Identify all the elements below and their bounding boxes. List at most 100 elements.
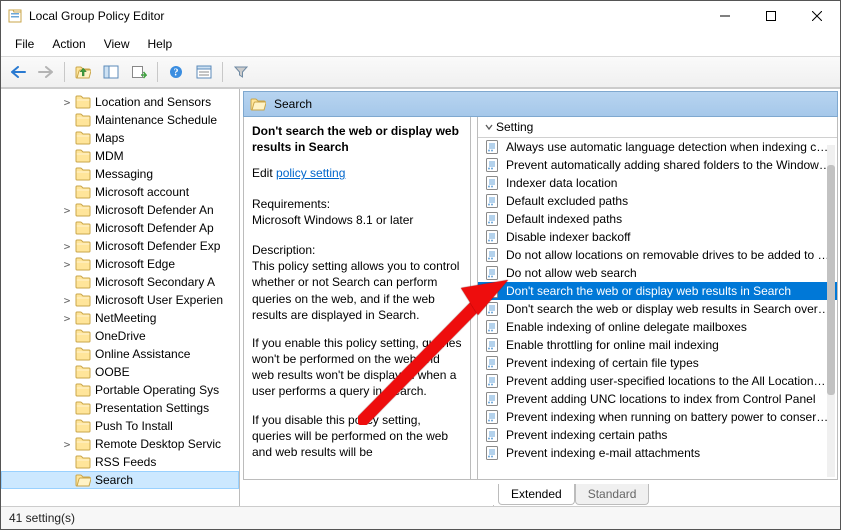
list-row[interactable]: Don't search the web or display web resu… — [478, 300, 837, 318]
tree-item[interactable]: Push To Install — [1, 417, 239, 435]
help-button[interactable]: ? — [163, 60, 189, 84]
title-bar[interactable]: Local Group Policy Editor — [1, 1, 840, 31]
tree-item[interactable]: >Microsoft Defender Exp — [1, 237, 239, 255]
forward-button[interactable] — [33, 60, 59, 84]
tree-item[interactable]: Online Assistance — [1, 345, 239, 363]
tab-standard[interactable]: Standard — [575, 484, 650, 505]
list-row[interactable]: Do not allow locations on removable driv… — [478, 246, 837, 264]
tree-item[interactable]: > Microsoft Defender An — [1, 201, 239, 219]
tree-view[interactable]: >Location and SensorsMaintenance Schedul… — [1, 89, 240, 506]
tree-item[interactable]: Microsoft Defender Ap — [1, 219, 239, 237]
minimize-button[interactable] — [702, 1, 748, 31]
filter-button[interactable] — [228, 60, 254, 84]
tree-item[interactable]: > Microsoft User Experien — [1, 291, 239, 309]
expand-icon[interactable]: > — [59, 238, 75, 255]
requirements-value: Microsoft Windows 8.1 or later — [252, 212, 462, 228]
list-header-setting[interactable]: Setting — [478, 117, 837, 138]
list-row[interactable]: Prevent indexing of certain file types — [478, 354, 837, 372]
tree-item[interactable]: Messaging — [1, 165, 239, 183]
expand-icon[interactable]: > — [59, 310, 75, 327]
list-row[interactable]: Do not allow web search — [478, 264, 837, 282]
properties-button[interactable] — [191, 60, 217, 84]
tree-item[interactable]: Presentation Settings — [1, 399, 239, 417]
expand-icon[interactable]: > — [59, 256, 75, 273]
list-row[interactable]: Prevent automatically adding shared fold… — [478, 156, 837, 174]
tree-item[interactable]: Search — [1, 471, 239, 489]
list-row-label: Prevent automatically adding shared fold… — [506, 157, 831, 174]
list-row[interactable]: Don't search the web or display web resu… — [478, 282, 837, 300]
expand-icon[interactable]: > — [59, 94, 75, 111]
tree-item[interactable]: Microsoft Secondary A — [1, 273, 239, 291]
list-row-label: Default indexed paths — [506, 211, 622, 228]
menu-help[interactable]: Help — [140, 34, 181, 54]
list-row-label: Indexer data location — [506, 175, 617, 192]
menu-file[interactable]: File — [7, 34, 42, 54]
tree-item[interactable]: OOBE — [1, 363, 239, 381]
settings-list[interactable]: Setting Always use automatic language de… — [478, 117, 837, 479]
list-row-label: Prevent indexing of certain file types — [506, 355, 699, 372]
tab-extended[interactable]: Extended — [498, 484, 575, 505]
list-row[interactable]: Indexer data location — [478, 174, 837, 192]
tree-item[interactable]: Maps — [1, 129, 239, 147]
tree-item[interactable]: OneDrive — [1, 327, 239, 345]
list-row[interactable]: Default indexed paths — [478, 210, 837, 228]
tree-item[interactable]: > NetMeeting — [1, 309, 239, 327]
menu-view[interactable]: View — [96, 34, 138, 54]
list-row-label: Prevent indexing e-mail attachments — [506, 445, 700, 462]
list-row[interactable]: Default excluded paths — [478, 192, 837, 210]
pane-header: Search — [243, 91, 838, 117]
list-row[interactable]: Disable indexer backoff — [478, 228, 837, 246]
tree-item[interactable]: >Remote Desktop Servic — [1, 435, 239, 453]
list-row[interactable]: Prevent indexing when running on battery… — [478, 408, 837, 426]
tree-item[interactable]: >Microsoft Edge — [1, 255, 239, 273]
show-hide-tree-button[interactable] — [98, 60, 124, 84]
scrollbar[interactable] — [827, 145, 835, 477]
list-row[interactable]: Prevent adding user-specified locations … — [478, 372, 837, 390]
folder-icon — [75, 257, 91, 271]
list-row-label: Prevent adding UNC locations to index fr… — [506, 391, 816, 408]
tree-item[interactable]: MDM — [1, 147, 239, 165]
description-text: If you enable this policy setting, queri… — [252, 335, 462, 400]
requirements-label: Requirements: — [252, 196, 462, 212]
maximize-button[interactable] — [748, 1, 794, 31]
list-row[interactable]: Always use automatic language detection … — [478, 138, 837, 156]
folder-icon — [75, 95, 91, 109]
list-row-label: Don't search the web or display web resu… — [506, 283, 791, 300]
export-list-button[interactable] — [126, 60, 152, 84]
list-row[interactable]: Enable indexing of online delegate mailb… — [478, 318, 837, 336]
svg-text:?: ? — [174, 68, 179, 79]
close-button[interactable] — [794, 1, 840, 31]
edit-policy-link[interactable]: policy setting — [276, 166, 345, 180]
list-row[interactable]: Enable throttling for online mail indexi… — [478, 336, 837, 354]
selected-policy-title: Don't search the web or display web resu… — [252, 124, 459, 154]
up-folder-button[interactable] — [70, 60, 96, 84]
tree-item-label: Maps — [95, 130, 124, 147]
splitter[interactable] — [470, 117, 478, 479]
tree-item[interactable]: >Location and Sensors — [1, 93, 239, 111]
tree-item-label: NetMeeting — [95, 310, 156, 327]
tree-item-label: Microsoft Defender An — [95, 202, 214, 219]
menu-bar: File Action View Help — [1, 31, 840, 56]
menu-action[interactable]: Action — [44, 34, 93, 54]
tree-item-label: Microsoft User Experien — [95, 292, 223, 309]
list-row-label: Do not allow locations on removable driv… — [506, 247, 831, 264]
scrollbar-thumb[interactable] — [827, 165, 835, 395]
list-row-label: Default excluded paths — [506, 193, 628, 210]
expand-icon[interactable]: > — [59, 436, 75, 453]
list-row-label: Prevent adding user-specified locations … — [506, 373, 831, 390]
tree-item[interactable]: Maintenance Schedule — [1, 111, 239, 129]
folder-icon — [75, 455, 91, 469]
folder-icon — [75, 239, 91, 253]
policy-icon — [484, 175, 500, 191]
expand-icon[interactable]: > — [59, 292, 75, 309]
back-button[interactable] — [5, 60, 31, 84]
tree-item[interactable]: RSS Feeds — [1, 453, 239, 471]
tree-item[interactable]: Microsoft account — [1, 183, 239, 201]
expand-icon[interactable]: > — [59, 202, 75, 219]
tree-item[interactable]: Portable Operating Sys — [1, 381, 239, 399]
list-row[interactable]: Prevent adding UNC locations to index fr… — [478, 390, 837, 408]
list-row[interactable]: Prevent indexing certain paths — [478, 426, 837, 444]
folder-icon — [75, 437, 91, 451]
list-row[interactable]: Prevent indexing e-mail attachments — [478, 444, 837, 462]
description-text: This policy setting allows you to contro… — [252, 258, 462, 323]
